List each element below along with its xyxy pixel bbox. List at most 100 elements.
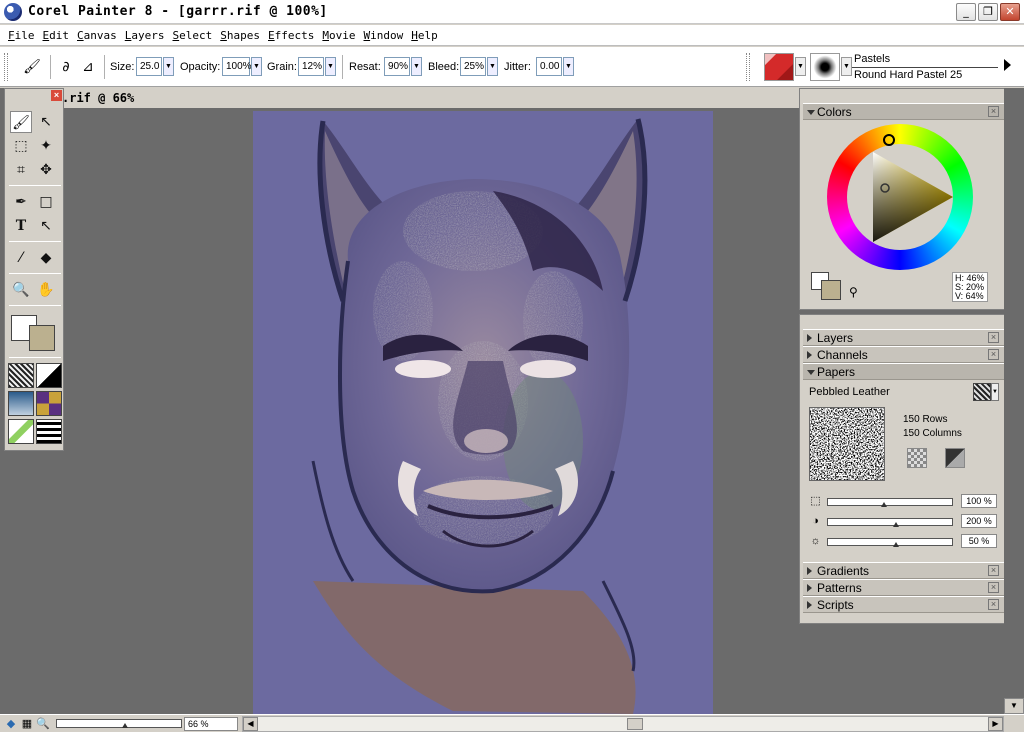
pen-icon[interactable]: ✒ [10, 191, 32, 213]
resat-field[interactable]: 90% [384, 57, 410, 76]
paper-scale-slider[interactable] [827, 498, 953, 507]
jitter-field[interactable]: 0.00 [536, 57, 562, 76]
resat-dropdown[interactable]: ▼ [411, 57, 422, 76]
rect-select-icon[interactable]: ⬚ [10, 135, 32, 157]
straight-line-stroke-icon[interactable]: ⊿ [78, 57, 98, 77]
menu-file[interactable]: File [4, 29, 39, 42]
property-bar-expand-arrow[interactable] [1004, 59, 1011, 71]
opacity-field[interactable]: 100% [222, 57, 252, 76]
dropper-icon[interactable]: ⁄ [10, 247, 32, 269]
weaving-selector-icon[interactable] [36, 391, 62, 416]
zoom-status-icon[interactable]: 🔍 [36, 717, 50, 731]
brush-selector-grip[interactable] [746, 53, 750, 81]
grain-dropdown[interactable]: ▼ [325, 57, 336, 76]
minimize-button[interactable]: _ [956, 3, 976, 21]
size-dropdown[interactable]: ▼ [163, 57, 174, 76]
look-selector-icon[interactable] [36, 419, 62, 444]
menu-select[interactable]: Select [169, 29, 217, 42]
selection-adjuster-icon[interactable]: ✥ [35, 159, 57, 181]
app-icon[interactable] [4, 2, 22, 21]
make-paper-button[interactable] [945, 448, 965, 468]
brush-category-chip[interactable] [764, 53, 794, 81]
gradients-palette-header[interactable]: Gradients × [803, 562, 1015, 579]
paper-scale-thumb[interactable] [880, 502, 887, 507]
bleed-field[interactable]: 25% [460, 57, 486, 76]
papers-palette-header[interactable]: Papers [803, 363, 1015, 380]
size-field[interactable]: 25.0 [136, 57, 162, 76]
channels-palette-close-icon[interactable]: × [988, 349, 999, 360]
color-wheel[interactable] [827, 124, 973, 270]
paper-selector-thumbnail[interactable] [973, 383, 991, 401]
scripts-palette-close-icon[interactable]: × [988, 599, 999, 610]
menu-movie[interactable]: Movie [318, 29, 359, 42]
scroll-down-button[interactable]: ▼ [1004, 698, 1024, 714]
jitter-dropdown[interactable]: ▼ [563, 57, 574, 76]
gradient-selector-icon[interactable] [36, 363, 62, 388]
paper-brightness-value[interactable]: 50 % [961, 534, 997, 548]
patterns-palette-close-icon[interactable]: × [988, 582, 999, 593]
main-color-swatch[interactable] [29, 325, 55, 351]
freehand-stroke-icon[interactable]: ∂ [56, 57, 76, 77]
horizontal-scrollbar[interactable]: ◀ ▶ [242, 716, 1004, 732]
bleed-dropdown[interactable]: ▼ [487, 57, 498, 76]
layer-adjuster-icon[interactable]: ↖ [35, 111, 57, 133]
paper-contrast-slider[interactable] [827, 518, 953, 527]
rectangle-icon[interactable]: □ [35, 191, 57, 213]
channels-palette-header[interactable]: Channels × [803, 346, 1015, 363]
nozzle-selector-icon[interactable] [8, 419, 34, 444]
paper-selector-icon[interactable] [8, 363, 34, 388]
menu-effects[interactable]: Effects [264, 29, 318, 42]
zoom-slider-thumb[interactable] [122, 723, 129, 728]
paper-contrast-value[interactable]: 200 % [961, 514, 997, 528]
magnifier-icon[interactable]: 🔍 [10, 279, 32, 301]
colors-main-swatch[interactable] [821, 280, 841, 300]
grabber-status-icon[interactable]: ▦ [20, 717, 34, 731]
brush-variant-dropdown[interactable]: ▼ [841, 57, 852, 76]
restore-button[interactable]: ❐ [978, 3, 998, 21]
close-button[interactable]: ✕ [1000, 3, 1020, 21]
menu-edit[interactable]: Edit [39, 29, 74, 42]
brush-category-name[interactable]: Pastels [854, 53, 890, 65]
paper-brightness-thumb[interactable] [893, 542, 900, 547]
scroll-right-button[interactable]: ▶ [988, 717, 1003, 731]
menu-shapes[interactable]: Shapes [216, 29, 264, 42]
grabber-icon[interactable]: ✋ [35, 279, 57, 301]
brush-icon[interactable]: 🖌 [22, 57, 42, 77]
vertical-scrollbar[interactable] [1004, 88, 1024, 714]
paper-selector-dropdown[interactable]: ▼ [991, 383, 999, 401]
opacity-dropdown[interactable]: ▼ [251, 57, 262, 76]
clone-color-icon[interactable]: ⚲ [849, 285, 858, 299]
paper-scale-value[interactable]: 100 % [961, 494, 997, 508]
layers-palette-close-icon[interactable]: × [988, 332, 999, 343]
menu-window[interactable]: Window [360, 29, 408, 42]
brush-tool-icon[interactable]: 🖌 [10, 111, 32, 133]
brush-variant-name[interactable]: Round Hard Pastel 25 [854, 69, 962, 81]
magic-wand-icon[interactable]: ✦ [35, 135, 57, 157]
zoom-value[interactable]: 66 % [184, 717, 238, 731]
layers-palette-header[interactable]: Layers × [803, 329, 1015, 346]
brush-variant-chip[interactable] [810, 53, 840, 81]
scroll-left-button[interactable]: ◀ [243, 717, 258, 731]
drawing-canvas[interactable] [253, 111, 713, 714]
colors-palette-close-icon[interactable]: × [988, 106, 999, 117]
zoom-slider[interactable] [56, 719, 182, 728]
grain-field[interactable]: 12% [298, 57, 324, 76]
invert-paper-button[interactable] [907, 448, 927, 468]
menu-help[interactable]: Help [407, 29, 442, 42]
brush-category-dropdown[interactable]: ▼ [795, 57, 806, 76]
crop-icon[interactable]: ⌗ [10, 159, 32, 181]
shape-select-icon[interactable]: ↖ [35, 215, 57, 237]
paper-contrast-thumb[interactable] [893, 522, 900, 527]
menu-layers[interactable]: Layers [121, 29, 169, 42]
horizontal-scroll-thumb[interactable] [627, 718, 643, 730]
paint-bucket-icon[interactable]: ◆ [35, 247, 57, 269]
scripts-palette-header[interactable]: Scripts × [803, 596, 1015, 613]
paper-brightness-slider[interactable] [827, 538, 953, 547]
toolbar-grip[interactable] [4, 53, 8, 81]
colors-palette-header[interactable]: Colors × [803, 103, 1015, 120]
patterns-palette-header[interactable]: Patterns × [803, 579, 1015, 596]
pattern-selector-icon[interactable] [8, 391, 34, 416]
drawing-mode-icon[interactable]: ◆ [4, 717, 18, 731]
toolbox-close-button[interactable]: × [51, 90, 62, 101]
text-icon[interactable]: T [10, 215, 32, 237]
